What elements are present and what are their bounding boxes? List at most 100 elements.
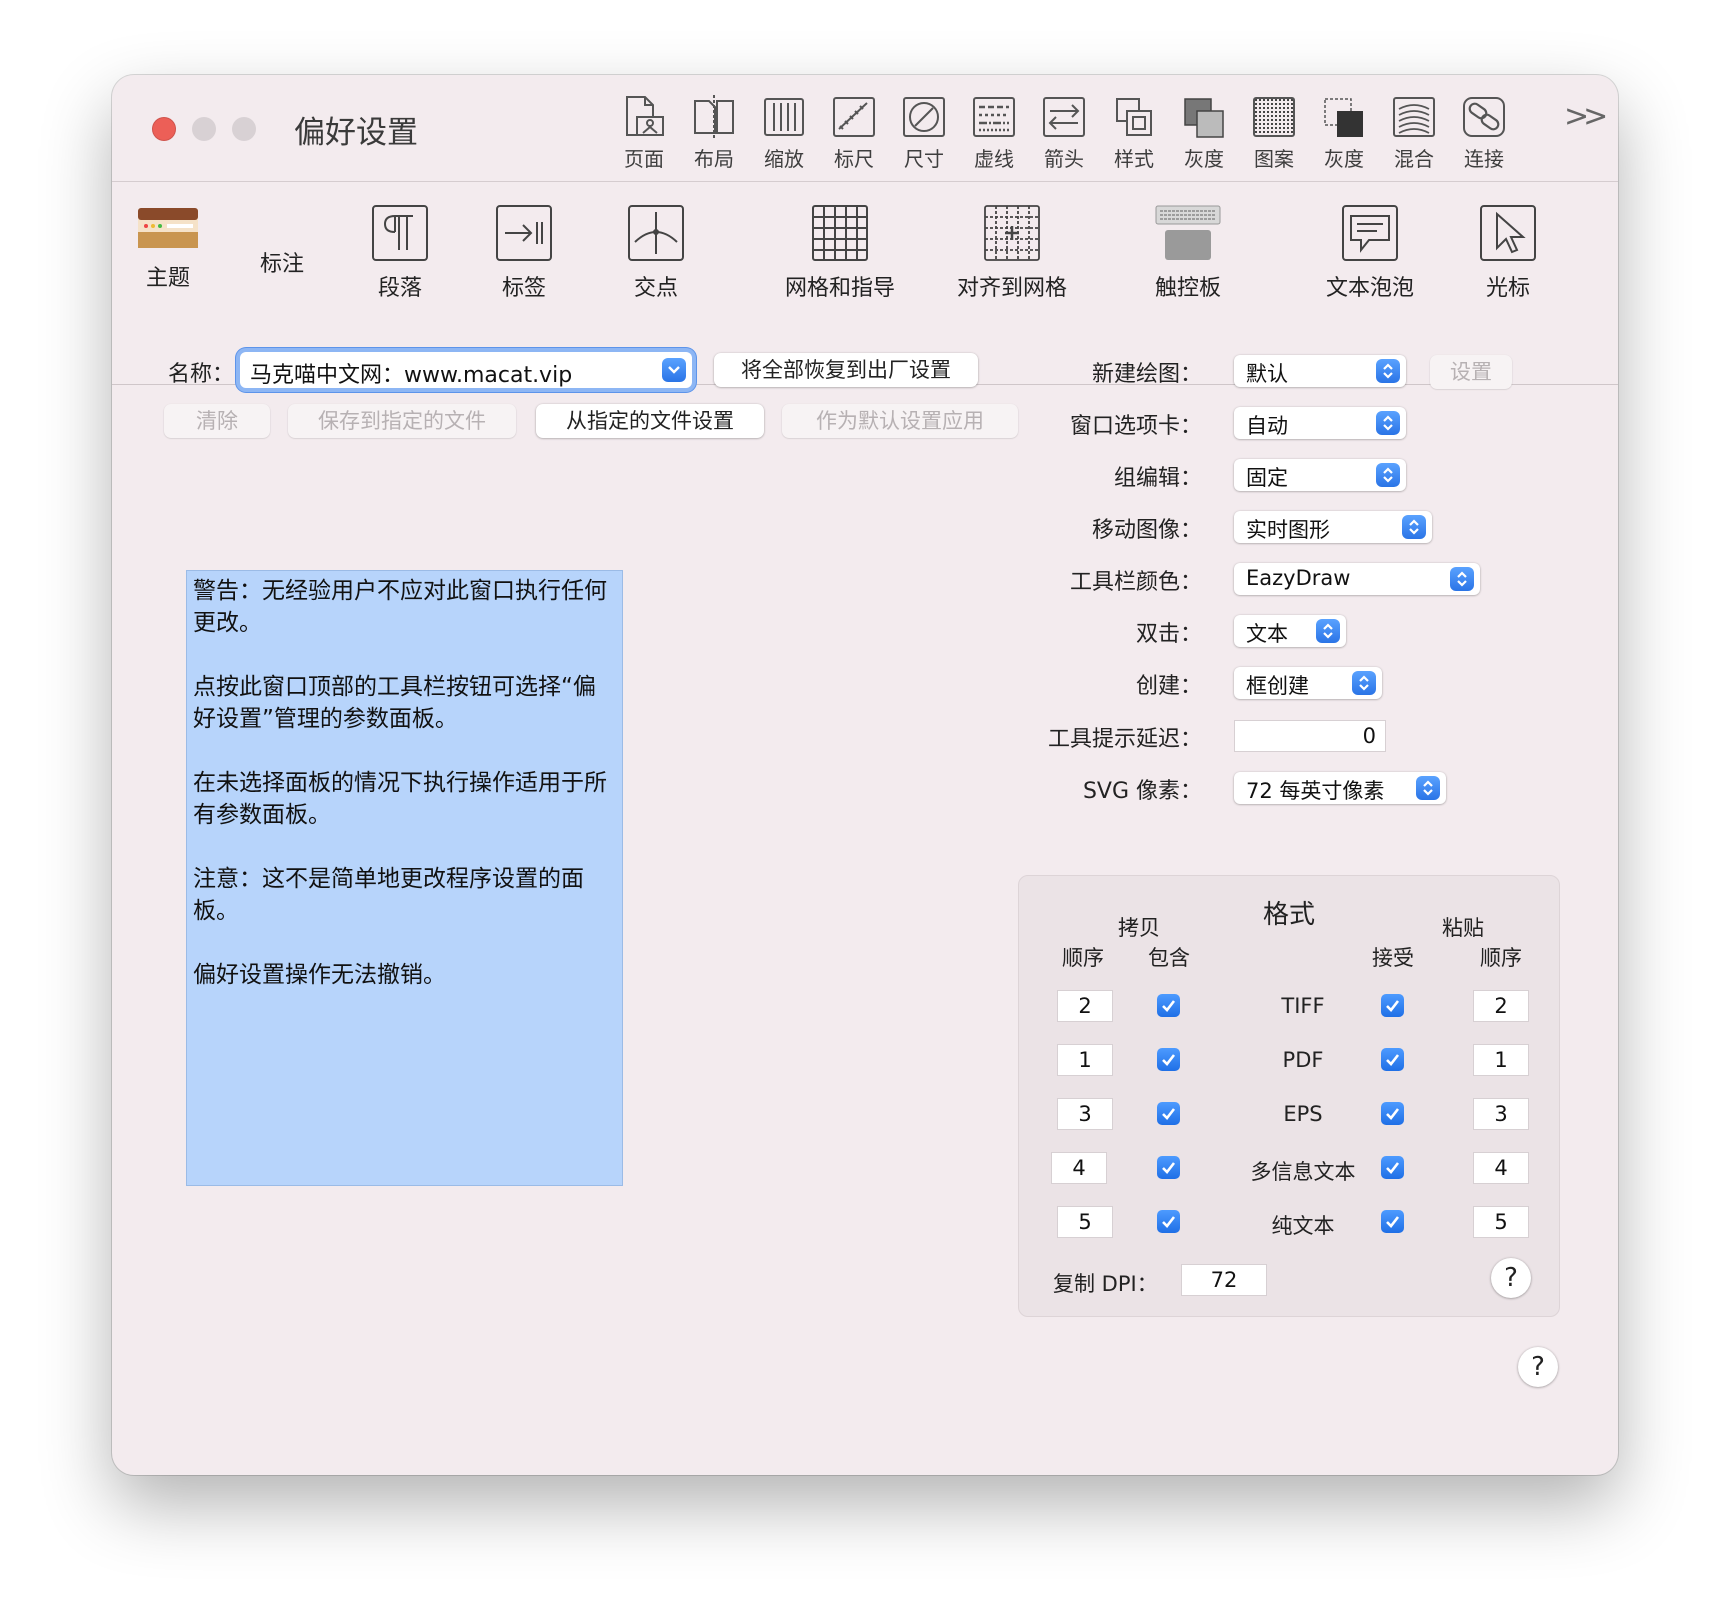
snap-grid-icon [984,205,1040,261]
category-theme[interactable]: 主题 [124,204,212,292]
accept-checkbox[interactable] [1381,1210,1404,1233]
toolbar-page[interactable]: 页面 [610,95,678,172]
toolbar-blend[interactable]: 混合 [1380,95,1448,172]
col-accept: 接受 [1372,946,1414,970]
up-down-chevron-icon [1316,619,1340,643]
copy-order-input[interactable]: 1 [1057,1044,1113,1076]
accept-checkbox[interactable] [1381,1102,1404,1125]
accept-checkbox[interactable] [1381,1048,1404,1071]
minimize-button[interactable] [192,117,216,141]
paste-order-input[interactable]: 1 [1473,1044,1529,1076]
move-image-popup[interactable]: 实时图形 [1234,511,1432,543]
toolbar-color-popup[interactable]: EazyDraw [1234,563,1480,595]
toolbar-style[interactable]: 样式 [1100,95,1168,172]
toolbar-label: 尺寸 [904,147,944,171]
include-checkbox[interactable] [1157,1210,1180,1233]
toolbar-label: 页面 [624,147,664,171]
accept-checkbox[interactable] [1381,994,1404,1017]
toolbar-dimension[interactable]: 尺寸 [890,95,958,172]
popup-value: 实时图形 [1246,518,1330,542]
col-paste-order: 顺序 [1480,946,1522,970]
toolbar-arrow[interactable]: 箭头 [1030,95,1098,172]
format-help-button[interactable]: ? [1491,1258,1531,1298]
category-trackpad[interactable]: 触控板 [1148,204,1228,302]
setup-button[interactable]: 设置 [1430,355,1512,389]
category-label: 对齐到网格 [956,276,1067,301]
category-label: 网格和指导 [784,276,895,301]
copy-order-input[interactable]: 3 [1057,1098,1113,1130]
category-cursor[interactable]: 光标 [1470,204,1546,302]
copy-order-input[interactable]: 4 [1051,1152,1107,1184]
toolbar-pattern[interactable]: 图案 [1240,95,1308,172]
toolbar-zoom[interactable]: 缩放 [750,95,818,172]
category-snap-grid[interactable]: 对齐到网格 [952,204,1072,302]
toolbar-gray1[interactable]: 灰度 [1170,95,1238,172]
warning-paragraph: 警告：无经验用户不应对此窗口执行任何更改。 [193,578,607,636]
copy-dpi-input[interactable]: 72 [1181,1264,1267,1296]
category-text-bubble[interactable]: 文本泡泡 [1310,204,1430,302]
paste-order-input[interactable]: 2 [1473,990,1529,1022]
toolbar-dashed[interactable]: 虚线 [960,95,1028,172]
include-checkbox[interactable] [1157,1156,1180,1179]
format-name: 多信息文本 [1250,1160,1356,1184]
paste-order-input[interactable]: 3 [1473,1098,1529,1130]
category-paragraph[interactable]: 段落 [362,204,438,302]
toolbar-label: 灰度 [1324,147,1364,171]
toolbar-label: 灰度 [1184,147,1224,171]
tab-arrow-icon [496,205,552,261]
close-button[interactable] [152,117,176,141]
category-intersection[interactable]: 交点 [618,204,694,302]
save-to-file-button[interactable]: 保存到指定的文件 [288,404,516,438]
toolbar-connect[interactable]: 连接 [1450,95,1518,172]
category-annotation[interactable]: 标注 [242,238,322,278]
include-checkbox[interactable] [1157,994,1180,1017]
toolbar-label: 箭头 [1044,147,1084,171]
copy-order-input[interactable]: 5 [1057,1206,1113,1238]
warning-paragraph: 在未选择面板的情况下执行操作适用于所有参数面板。 [193,770,607,828]
up-down-chevron-icon [1402,515,1426,539]
category-tab[interactable]: 标签 [486,204,562,302]
copy-dpi-label: 复制 DPI： [1053,1272,1158,1296]
category-label: 文本泡泡 [1325,276,1414,301]
gray-shadow-icon [1324,98,1363,137]
dimension-icon [903,97,945,137]
help-button[interactable]: ? [1518,1347,1558,1387]
page-icon [626,96,664,136]
apply-default-button[interactable]: 作为默认设置应用 [782,404,1018,438]
window-tabs-popup[interactable]: 自动 [1234,407,1406,439]
category-label: 标注 [259,252,304,277]
up-down-chevron-icon [1376,359,1400,383]
toolbar-layout[interactable]: 布局 [680,95,748,172]
toolbar-gray2[interactable]: 灰度 [1310,95,1378,172]
toolbar-overflow-chevron-icon[interactable]: >> [1564,99,1608,134]
popup-value: 框创建 [1246,674,1309,698]
include-checkbox[interactable] [1157,1048,1180,1071]
group-edit-popup[interactable]: 固定 [1234,459,1406,491]
create-popup[interactable]: 框创建 [1234,667,1382,699]
toolbar-label: 图案 [1254,147,1294,171]
clear-button[interactable]: 清除 [164,404,270,438]
paste-order-input[interactable]: 4 [1473,1152,1529,1184]
toolbar-label: 混合 [1394,147,1434,171]
svg-pixels-popup[interactable]: 72 每英寸像素 [1234,772,1446,804]
paste-order-input[interactable]: 5 [1473,1206,1529,1238]
double-click-popup[interactable]: 文本 [1234,615,1346,647]
include-checkbox[interactable] [1157,1102,1180,1125]
accept-checkbox[interactable] [1381,1156,1404,1179]
up-down-chevron-icon [1416,776,1440,800]
tooltip-delay-input[interactable]: 0 [1234,720,1386,752]
restore-factory-button[interactable]: 将全部恢复到出厂设置 [714,353,978,387]
category-grid-guides[interactable]: 网格和指导 [780,204,900,302]
chevron-down-icon[interactable] [662,358,686,382]
title-toolbar: 偏好设置 页面 布局 缩放 标尺 尺寸 虚线 箭头 样式 灰度 图案 灰度 混合… [112,75,1618,182]
warning-paragraph: 注意：这不是简单地更改程序设置的面板。 [193,866,584,924]
copy-order-input[interactable]: 2 [1057,990,1113,1022]
name-combo-box[interactable]: 马克喵中文网：www.macat.vip [240,352,692,388]
set-from-file-button[interactable]: 从指定的文件设置 [536,404,764,438]
zoom-button[interactable] [232,117,256,141]
name-label: 名称： [167,362,234,387]
new-drawing-popup[interactable]: 默认 [1234,355,1406,387]
format-name: TIFF [1281,994,1325,1018]
toolbar-ruler[interactable]: 标尺 [820,95,888,172]
category-label: 段落 [377,276,422,301]
